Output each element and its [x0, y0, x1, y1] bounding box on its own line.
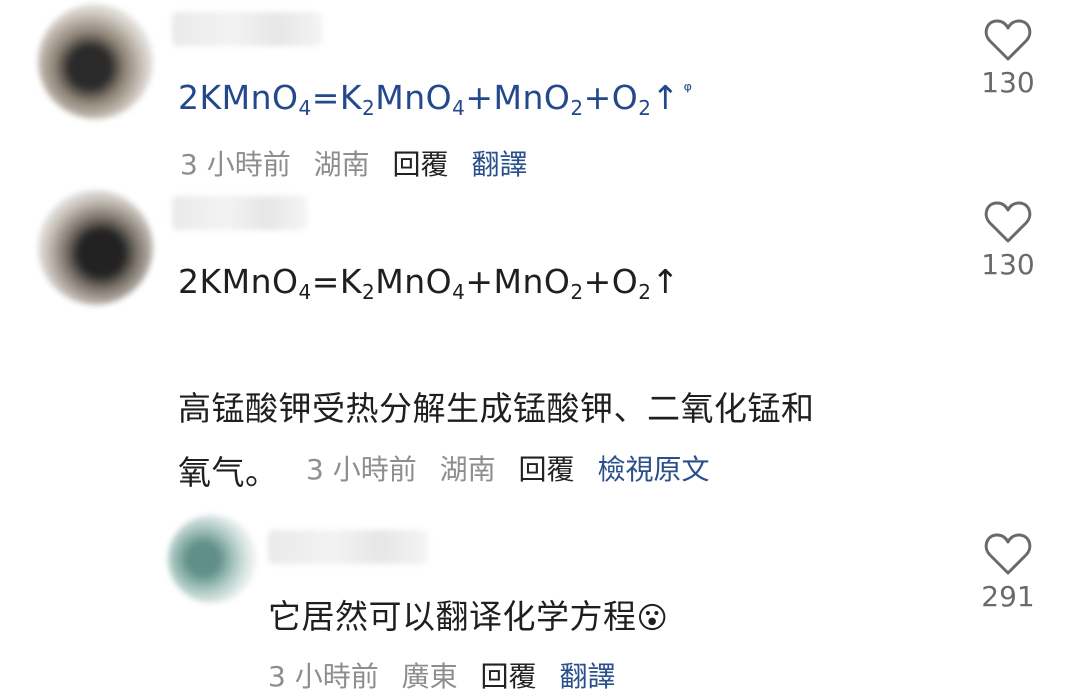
translate-button[interactable]: 翻譯: [471, 148, 527, 181]
avatar[interactable]: [38, 4, 153, 119]
comment-meta: 3 小時前 湖南 回覆 檢視原文: [306, 448, 723, 488]
like-count: 130: [981, 248, 1035, 281]
comment-equation: 2KMnO4=K2MnO4+MnO2+O2↑: [178, 262, 680, 304]
timestamp: 3 小時前: [306, 453, 417, 486]
search-icon[interactable]: ᵠ: [684, 78, 693, 102]
location: 廣東: [401, 660, 458, 693]
reply-button[interactable]: 回覆: [481, 660, 537, 693]
like-count: 130: [981, 66, 1035, 99]
translate-button[interactable]: 翻譯: [559, 660, 615, 693]
heart-icon[interactable]: [984, 532, 1032, 576]
translation-line-2: 氧气。: [178, 453, 279, 492]
timestamp: 3 小時前: [180, 148, 291, 181]
comment-equation: 2KMnO4=K2MnO4+MnO2+O2↑ ᵠ: [178, 78, 693, 120]
comment-text: 它居然可以翻译化学方程😮: [268, 597, 669, 636]
like-count: 291: [981, 580, 1035, 613]
like-button[interactable]: 130: [963, 200, 1053, 281]
heart-icon[interactable]: [984, 200, 1032, 244]
like-button[interactable]: 130: [963, 18, 1053, 99]
reply-button[interactable]: 回覆: [519, 453, 575, 486]
heart-icon[interactable]: [984, 18, 1032, 62]
location: 湖南: [313, 148, 370, 181]
avatar[interactable]: [38, 190, 153, 305]
translation-line-1: 高锰酸钾受热分解生成锰酸钾、二氧化锰和: [178, 389, 815, 428]
username-blurred[interactable]: [172, 196, 307, 230]
reply-button[interactable]: 回覆: [393, 148, 449, 181]
location: 湖南: [439, 453, 496, 486]
like-button[interactable]: 291: [963, 532, 1053, 613]
username-blurred[interactable]: [172, 12, 322, 46]
timestamp: 3 小時前: [268, 660, 379, 693]
avatar[interactable]: [168, 515, 256, 603]
shocked-emoji-icon: 😮: [636, 601, 669, 636]
view-original-button[interactable]: 檢視原文: [597, 453, 709, 486]
comment-meta: 3 小時前 廣東 回覆 翻譯: [268, 655, 629, 695]
comment-meta: 3 小時前 湖南 回覆 翻譯: [180, 143, 541, 183]
username-blurred[interactable]: [268, 530, 428, 564]
